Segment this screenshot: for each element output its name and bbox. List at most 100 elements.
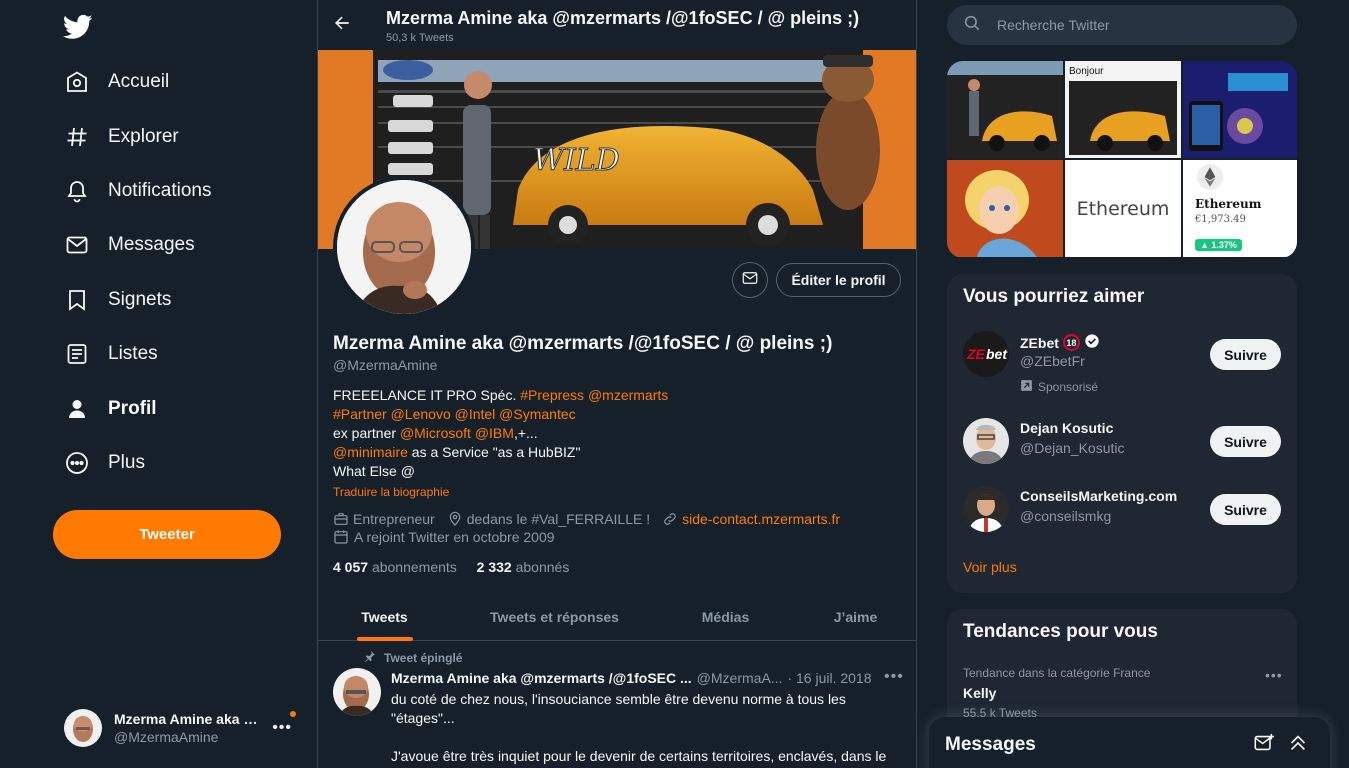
search-input[interactable] xyxy=(997,17,1277,33)
messages-drawer[interactable]: Messages xyxy=(929,717,1330,768)
media-thumbnail[interactable] xyxy=(1183,61,1297,158)
follow-button[interactable]: Suivre xyxy=(1210,426,1281,457)
envelope-icon xyxy=(64,232,90,258)
messages-button[interactable] xyxy=(732,262,768,298)
follow-suggestion[interactable]: ConseilsMarketing.com @conseilsmkg Suivr… xyxy=(947,486,1297,554)
trend-category: Tendance dans la catégorie France xyxy=(963,666,1151,680)
edit-profile-button[interactable]: Éditer le profil xyxy=(776,263,901,297)
bell-icon xyxy=(64,178,90,204)
bio-text: ex partner xyxy=(333,425,400,441)
trend-more-icon[interactable]: ••• xyxy=(1265,667,1283,683)
tweet-date[interactable]: · 16 juil. 2018 xyxy=(787,670,871,686)
avatar xyxy=(963,486,1009,532)
tweet-text-paragraph: du coté de chez nous, l'insouciance semb… xyxy=(391,691,846,726)
tab-tweets-replies[interactable]: Tweets et réponses xyxy=(451,592,658,641)
account-handle: @MzermaAmine xyxy=(114,729,219,745)
follow-suggestion[interactable]: Dejan Kosutic @Dejan_Kosutic Suivre xyxy=(947,418,1297,486)
twitter-logo-icon[interactable] xyxy=(62,12,93,42)
more-circle-icon xyxy=(64,450,90,476)
message-icon xyxy=(741,269,759,292)
collapse-chevron-icon[interactable] xyxy=(1287,732,1309,754)
nav-item-more[interactable]: Plus xyxy=(52,439,157,487)
profile-job: Entrepreneur xyxy=(353,511,435,527)
profile-location: dedans le #Val_FERRAILLE ! xyxy=(466,511,651,527)
profile-header-bar: Mzerma Amine aka @mzermarts /@1foSEC / @… xyxy=(318,0,916,50)
media-thumbnail[interactable] xyxy=(947,160,1063,257)
who-to-follow-card: Vous pourriez aimer ZE bet ZEbet 18 @ZEbe… xyxy=(947,274,1297,593)
hashtag-icon xyxy=(64,124,90,150)
tab-tweets[interactable]: Tweets xyxy=(318,592,451,641)
age-restriction-badge: 18 xyxy=(1062,334,1080,351)
bio-text: ,+... xyxy=(513,425,538,441)
home-icon xyxy=(64,69,90,95)
tweet-button[interactable]: Tweeter xyxy=(53,510,281,559)
following-link[interactable]: 4 057 abonnements xyxy=(333,559,457,575)
nav-item-lists[interactable]: Listes xyxy=(52,330,170,378)
svg-text:WILD: WILD xyxy=(533,143,620,178)
profile-column: Mzerma Amine aka @mzermarts /@1foSEC / @… xyxy=(317,0,917,768)
nav-item-profile[interactable]: Profil xyxy=(52,385,169,433)
verified-badge-icon xyxy=(1084,333,1100,352)
list-icon xyxy=(64,341,90,367)
media-thumbnail[interactable]: Ethereum xyxy=(1065,160,1181,257)
nav-item-label: Signets xyxy=(108,289,172,310)
search-box[interactable] xyxy=(947,5,1297,45)
follow-button[interactable]: Suivre xyxy=(1210,339,1281,370)
account-more-icon[interactable]: ••• xyxy=(272,711,296,737)
tweet-avatar[interactable] xyxy=(333,668,381,716)
tweet-handle[interactable]: @MzermaA... xyxy=(697,670,783,686)
suggestion-handle: @Dejan_Kosutic xyxy=(1020,440,1125,456)
follow-button[interactable]: Suivre xyxy=(1210,494,1281,525)
tweet-more-icon[interactable]: ••• xyxy=(884,668,904,686)
media-thumbnail[interactable] xyxy=(947,61,1063,158)
media-thumbnail[interactable]: Bonjour xyxy=(1065,61,1181,158)
nav-item-messages[interactable]: Messages xyxy=(52,221,207,269)
bio-text: FREEELANCE IT PRO Spéc. xyxy=(333,387,521,403)
avatar xyxy=(963,418,1009,464)
svg-text:ZE: ZE xyxy=(966,346,986,362)
tweet-author[interactable]: Mzerma Amine aka @mzermarts /@1foSEC ... xyxy=(391,670,692,686)
search-icon xyxy=(963,14,981,37)
follow-suggestion[interactable]: ZE bet ZEbet 18 @ZEbetFr Sponsorisé Suivr… xyxy=(947,331,1297,401)
back-arrow-icon[interactable] xyxy=(332,13,356,37)
tweet-text-paragraph: J'avoue être très inquiet pour le deveni… xyxy=(391,748,887,764)
nav-item-bookmarks[interactable]: Signets xyxy=(52,276,183,324)
show-more-link[interactable]: Voir plus xyxy=(963,559,1017,575)
pinned-tweet[interactable]: Tweet épinglé Mzerma Amine aka @mzermart… xyxy=(318,642,916,768)
svg-text:bet: bet xyxy=(986,346,1008,362)
nav-item-label: Notifications xyxy=(108,180,212,201)
suggestion-handle: @ZEbetFr xyxy=(1020,353,1085,369)
bio-link[interactable]: #Prepress @mzermarts xyxy=(520,387,668,403)
tab-likes[interactable]: J’aime xyxy=(793,592,916,641)
followers-count: 2 332 xyxy=(476,559,512,575)
nav-item-notifications[interactable]: Notifications xyxy=(52,167,224,215)
followers-link[interactable]: 2 332 abonnés xyxy=(477,559,570,575)
new-message-icon[interactable] xyxy=(1253,732,1275,754)
bio-link[interactable]: @minimaire xyxy=(333,444,408,460)
ethereum-icon xyxy=(1197,164,1223,195)
sponsored-label: Sponsorisé xyxy=(1020,379,1098,395)
account-switcher[interactable]: Mzerma Amine aka @... @MzermaAmine ••• xyxy=(52,700,304,756)
media-thumbnail[interactable]: Ethereum €1,973.49 ▲ 1.37% xyxy=(1183,160,1297,257)
bio-link[interactable]: @Microsoft @IBM xyxy=(400,425,514,441)
sidebar-right: Bonjour Ethereum Ethereum €1,973.49 ▲ 1.… xyxy=(917,0,1349,768)
nav-item-label: Messages xyxy=(108,234,195,255)
app: Accueil Explorer Notifications Messages … xyxy=(0,0,1349,768)
nav-item-label: Listes xyxy=(108,343,158,364)
avatar: ZE bet xyxy=(963,331,1009,377)
translate-bio-link[interactable]: Traduire la biographie xyxy=(333,485,449,499)
profile-website-link[interactable]: side-contact.mzermarts.fr xyxy=(682,511,840,527)
bookmark-icon xyxy=(64,287,90,313)
tweet-text: du coté de chez nous, l'insouciance semb… xyxy=(391,690,896,766)
nav-item-label: Plus xyxy=(108,452,145,473)
promoted-icon xyxy=(1020,379,1033,395)
nav-item-explore[interactable]: Explorer xyxy=(52,113,191,161)
profile-avatar[interactable] xyxy=(333,176,475,318)
profile-handle: @MzermaAmine xyxy=(333,357,438,373)
nav-item-label: Explorer xyxy=(108,126,179,147)
bio-link[interactable]: #Partner @Lenovo @Intel @Symantec xyxy=(333,406,576,422)
nav-item-home[interactable]: Accueil xyxy=(52,58,181,106)
bio-text: as a Service "as a HubBIZ" xyxy=(407,444,581,460)
sponsored-text: Sponsorisé xyxy=(1038,380,1099,394)
tab-media[interactable]: Médias xyxy=(658,592,793,641)
